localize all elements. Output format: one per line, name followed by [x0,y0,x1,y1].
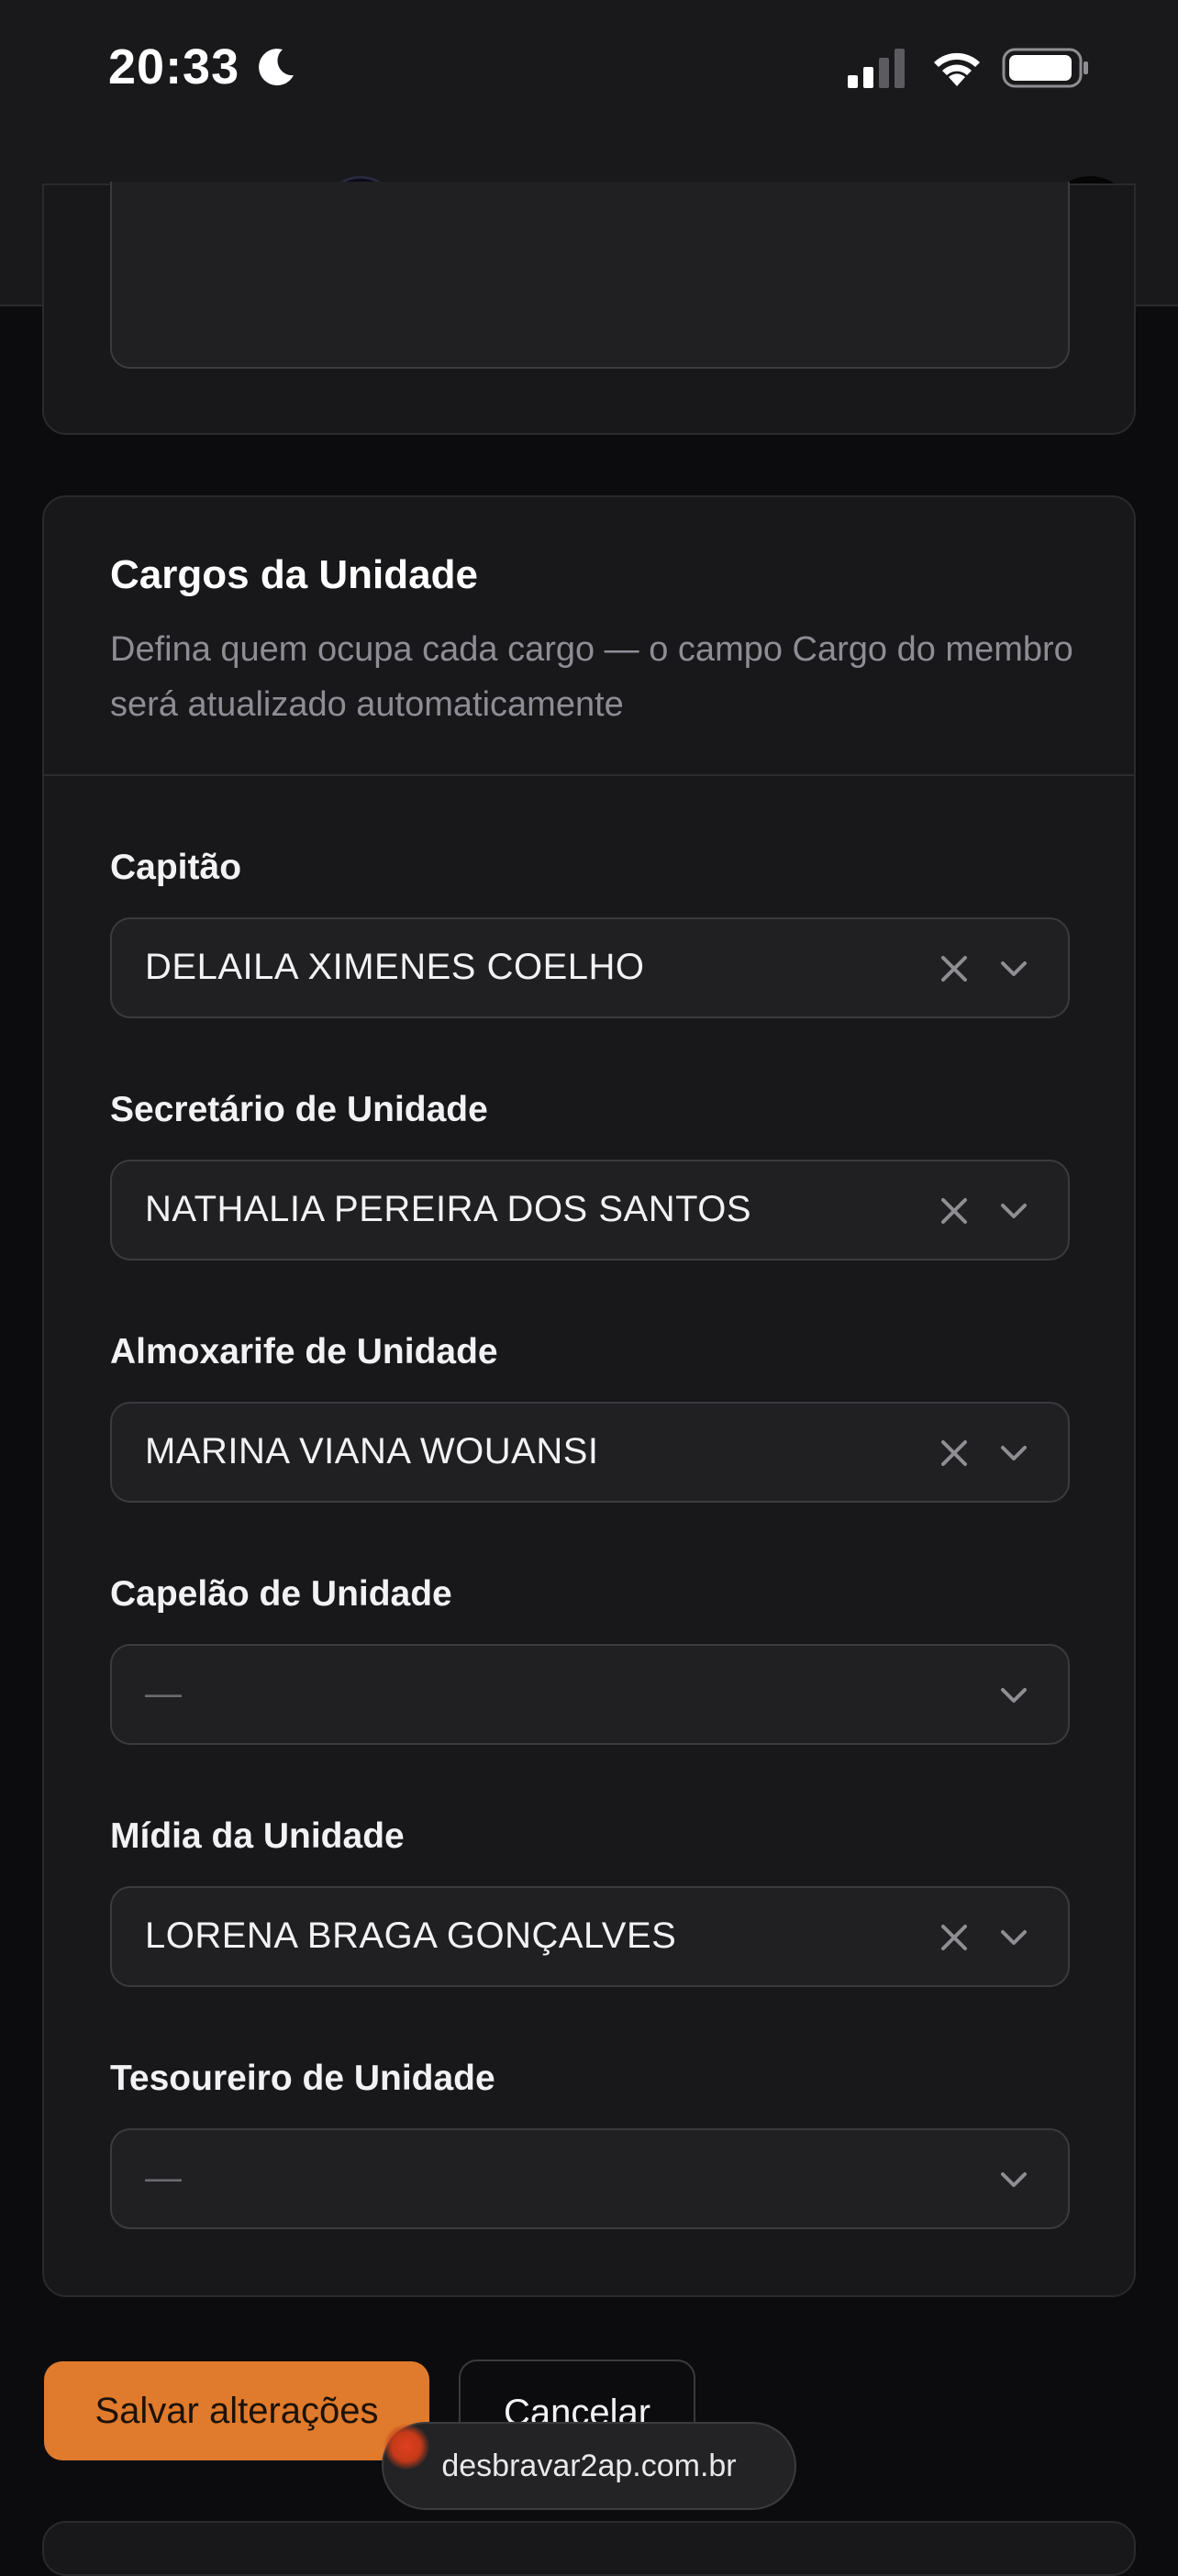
signal-icon [848,49,905,88]
divider [44,774,1134,776]
wifi-icon [934,52,980,86]
clear-icon[interactable] [938,1437,971,1470]
next-section-card [42,2521,1136,2576]
chevron-down-icon[interactable] [998,1925,1029,1950]
recording-indicator-icon [383,2424,429,2470]
chevron-down-icon[interactable] [998,1682,1029,1708]
select-captain[interactable]: DELAILA XIMENES COELHO [110,917,1070,1018]
battery-icon [1002,48,1088,88]
select-value: DELAILA XIMENES COELHO [145,947,645,987]
field-label-chaplain: Capelão de Unidade [110,1574,452,1614]
chevron-down-icon[interactable] [998,2167,1029,2193]
moon-icon [259,49,294,86]
select-value: NATHALIA PEREIRA DOS SANTOS [145,1189,752,1229]
chevron-down-icon[interactable] [998,956,1029,982]
select-chaplain[interactable]: — [110,1644,1070,1745]
section-title: Cargos da Unidade [110,552,478,597]
chevron-down-icon[interactable] [998,1440,1029,1466]
select-storekeeper[interactable]: MARINA VIANA WOUANSI [110,1402,1070,1503]
select-value: MARINA VIANA WOUANSI [145,1431,599,1471]
clear-icon[interactable] [938,952,971,985]
select-value: LORENA BRAGA GONÇALVES [145,1915,677,1956]
select-media[interactable]: LORENA BRAGA GONÇALVES [110,1886,1070,1987]
field-label-captain: Capitão [110,848,242,887]
select-placeholder: — [145,1673,183,1714]
select-placeholder: — [145,2158,183,2198]
field-label-media: Mídia da Unidade [110,1816,405,1856]
field-label-secretary: Secretário de Unidade [110,1090,488,1129]
save-button[interactable]: Salvar alterações [44,2361,429,2460]
field-label-treasurer: Tesoureiro de Unidade [110,2059,495,2098]
field-label-storekeeper: Almoxarife de Unidade [110,1332,498,1371]
clear-icon[interactable] [938,1921,971,1954]
unit-roles-card: Cargos da Unidade Defina quem ocupa cada… [42,495,1136,2297]
select-secretary[interactable]: NATHALIA PEREIRA DOS SANTOS [110,1160,1070,1260]
status-bar: 20:33 [0,0,1178,138]
status-time: 20:33 [108,39,240,94]
select-treasurer[interactable]: — [110,2128,1070,2229]
previous-input[interactable] [110,182,1070,369]
chevron-down-icon[interactable] [998,1198,1029,1224]
section-description: Defina quem ocupa cada cargo — o campo C… [110,630,1073,724]
previous-section-card [42,182,1136,435]
clear-icon[interactable] [938,1194,971,1227]
browser-url-bar[interactable]: desbravar2ap.com.br [382,2422,796,2510]
